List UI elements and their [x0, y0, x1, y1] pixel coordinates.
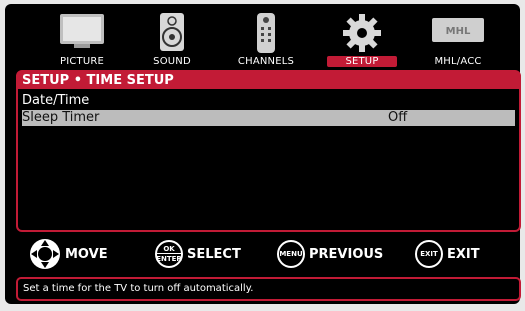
gear-icon [343, 14, 381, 52]
hint-move: MOVE [29, 239, 108, 269]
menu-button-icon: MENU [277, 240, 305, 268]
help-text: Set a time for the TV to turn off automa… [16, 277, 521, 301]
menu-tab-bar: PICTURE SOUND CHANNELS SETUP MHL MHL/ACC [5, 4, 520, 70]
speaker-icon [160, 13, 184, 51]
menu-item-date-time[interactable]: Date/Time [22, 93, 515, 109]
tab-picture[interactable]: PICTURE [37, 8, 127, 70]
menu-item-label: Date/Time [22, 93, 90, 108]
control-hints: MOVE OK ENTER SELECT MENU PREVIOUS EXIT … [5, 234, 520, 274]
remote-icon [257, 13, 275, 53]
ok-enter-button-icon: OK ENTER [155, 240, 183, 268]
tab-setup[interactable]: SETUP [317, 8, 407, 70]
tv-menu-screen: PICTURE SOUND CHANNELS SETUP MHL MHL/ACC… [5, 4, 521, 304]
menu-item-sleep-timer[interactable]: Sleep Timer Off [22, 110, 515, 126]
hint-previous: MENU PREVIOUS [277, 239, 383, 269]
panel-title: SETUP • TIME SETUP [18, 72, 519, 89]
hint-select: OK ENTER SELECT [155, 239, 241, 269]
menu-item-label: Sleep Timer [22, 110, 100, 125]
tab-mhl-acc[interactable]: MHL MHL/ACC [413, 8, 503, 70]
mhl-logo-icon: MHL [432, 18, 484, 42]
dpad-icon [30, 239, 60, 269]
time-setup-panel: SETUP • TIME SETUP Date/Time Sleep Timer… [16, 70, 521, 232]
exit-button-icon: EXIT [415, 240, 443, 268]
tab-sound[interactable]: SOUND [127, 8, 217, 70]
svg-text:MHL: MHL [446, 26, 471, 37]
tab-channels[interactable]: CHANNELS [221, 8, 311, 70]
hint-exit: EXIT EXIT [415, 239, 480, 269]
sleep-timer-value[interactable]: Off [388, 110, 407, 126]
tv-icon [60, 14, 104, 48]
